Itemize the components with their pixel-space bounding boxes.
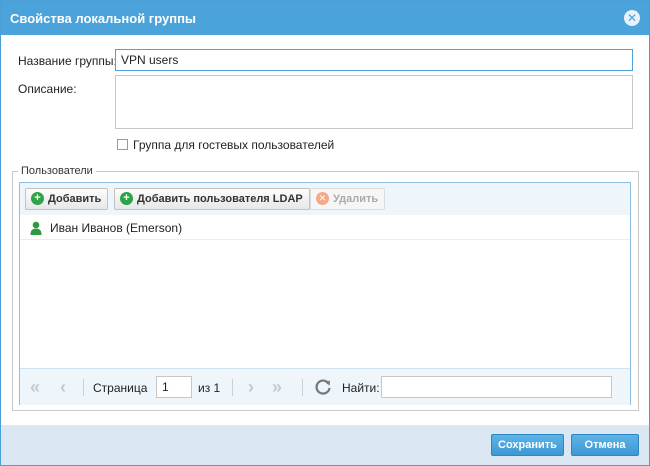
user-icon: [30, 221, 42, 235]
group-name-label: Название группы:: [18, 54, 117, 68]
local-group-properties-dialog: Свойства локальной группы ✕ Название гру…: [0, 0, 650, 466]
page-count-label: из 1: [198, 381, 221, 395]
list-item[interactable]: Иван Иванов (Emerson): [20, 216, 630, 240]
users-fieldset: Пользователи + Добавить + Добавить польз…: [12, 165, 639, 411]
dialog-footer: Сохранить Отмена: [1, 425, 649, 465]
plus-icon: +: [31, 192, 44, 205]
add-ldap-user-button[interactable]: + Добавить пользователя LDAP: [114, 188, 310, 210]
dialog-title: Свойства локальной группы: [10, 11, 197, 26]
add-button-label: Добавить: [48, 193, 102, 205]
users-toolbar: + Добавить + Добавить пользователя LDAP …: [20, 183, 630, 215]
page-number-input[interactable]: [156, 376, 192, 398]
refresh-icon[interactable]: [314, 378, 332, 396]
save-button[interactable]: Сохранить: [491, 434, 564, 456]
last-page-icon[interactable]: »: [272, 377, 282, 398]
users-grid: + Добавить + Добавить пользователя LDAP …: [19, 182, 631, 405]
user-name: Иван Иванов (Emerson): [50, 221, 183, 235]
pager-separator: [302, 379, 303, 396]
pagination-toolbar: « ‹ Страница из 1 › » Найти:: [20, 368, 630, 405]
prev-page-icon[interactable]: ‹: [60, 377, 66, 398]
cancel-button[interactable]: Отмена: [571, 434, 639, 456]
close-icon[interactable]: ✕: [624, 10, 640, 26]
description-input[interactable]: [115, 75, 633, 129]
find-label: Найти:: [342, 381, 380, 395]
description-label: Описание:: [18, 82, 77, 96]
find-input[interactable]: [381, 376, 612, 398]
delete-button-label: Удалить: [333, 193, 379, 205]
add-ldap-user-button-label: Добавить пользователя LDAP: [137, 193, 303, 205]
dialog-titlebar[interactable]: Свойства локальной группы ✕: [1, 1, 649, 35]
page-label: Страница: [93, 381, 148, 395]
delete-button[interactable]: ✕ Удалить: [310, 188, 386, 210]
next-page-icon[interactable]: ›: [248, 377, 254, 398]
first-page-icon[interactable]: «: [30, 377, 40, 398]
dialog-body: Название группы: Описание: Группа для го…: [1, 35, 649, 425]
users-legend: Пользователи: [18, 165, 96, 177]
group-name-input[interactable]: [115, 49, 633, 71]
guest-group-checkbox[interactable]: [117, 139, 128, 150]
add-button[interactable]: + Добавить: [25, 188, 109, 210]
plus-icon: +: [120, 192, 133, 205]
pager-separator: [83, 379, 84, 396]
guest-group-label[interactable]: Группа для гостевых пользователей: [133, 138, 334, 152]
pager-separator: [232, 379, 233, 396]
delete-icon: ✕: [316, 192, 329, 205]
